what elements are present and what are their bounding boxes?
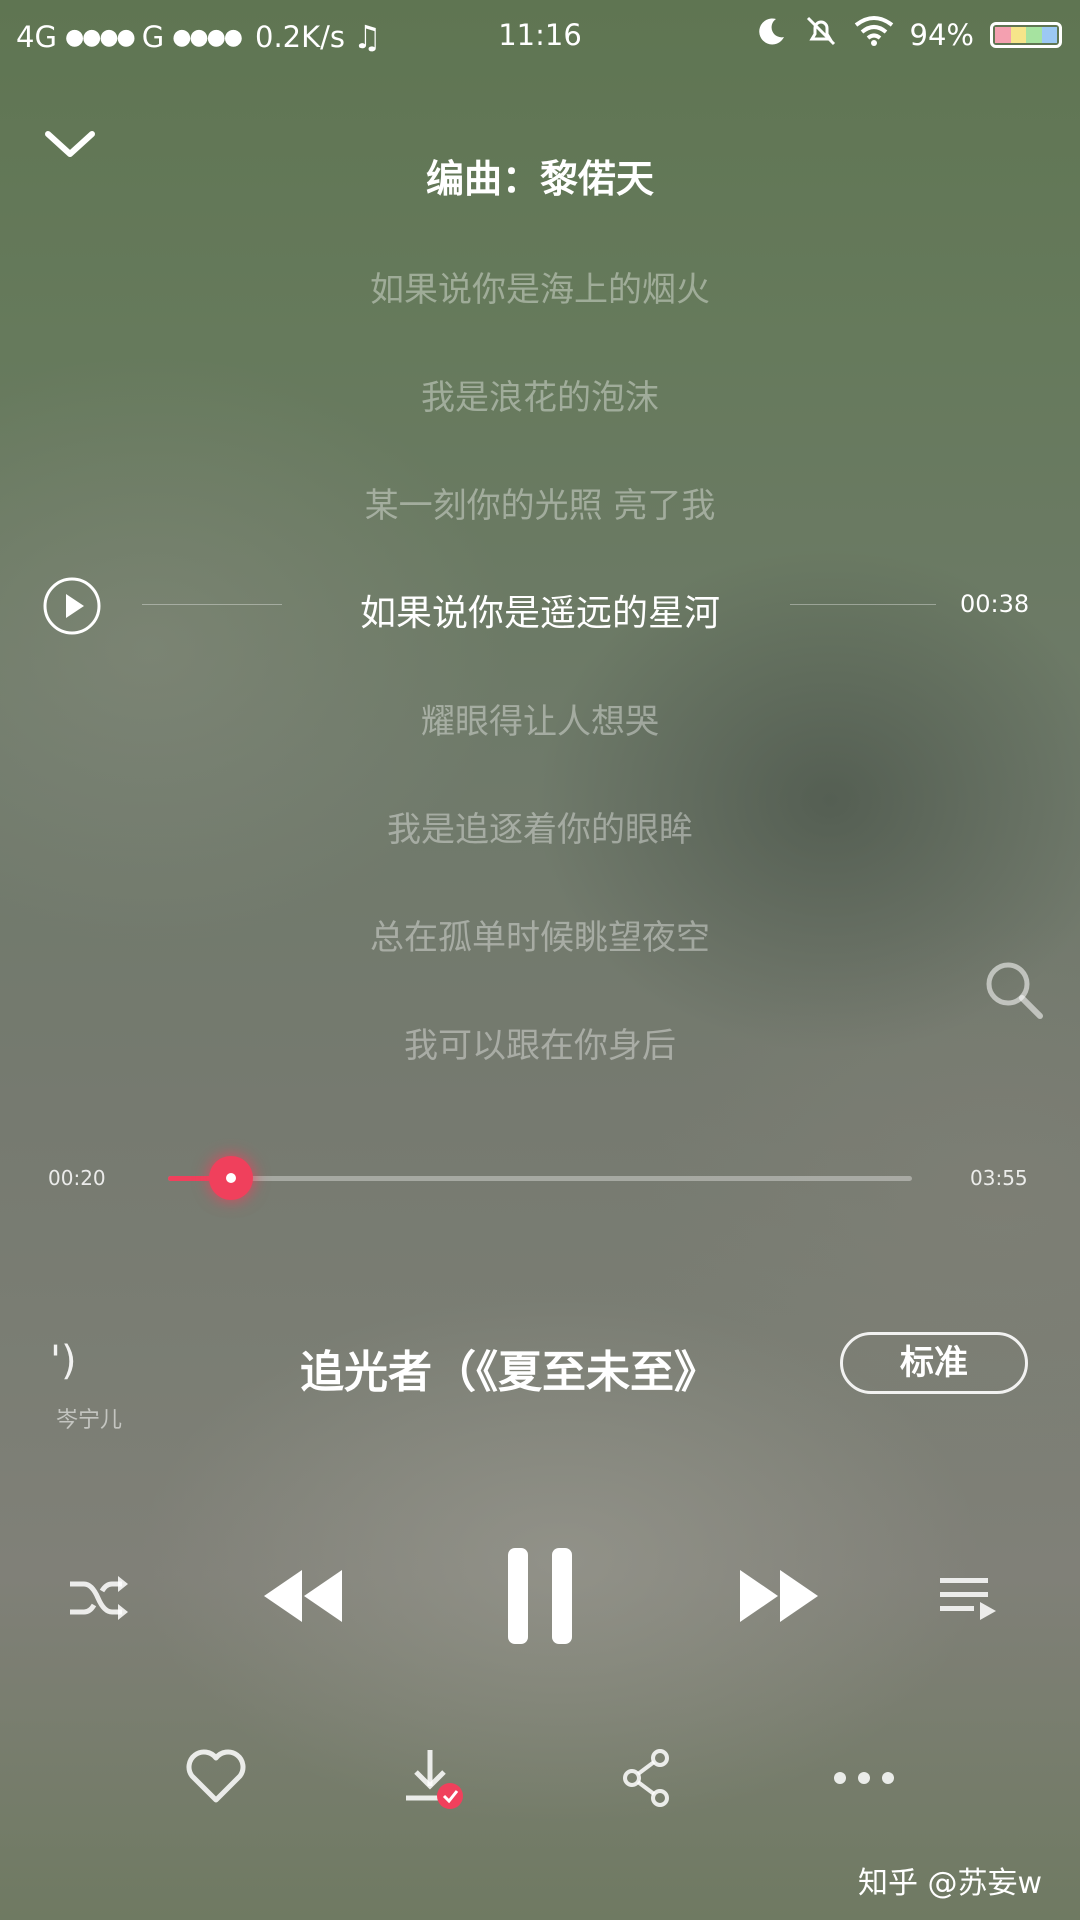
lyric-line[interactable]: 我是追逐着你的眼眸 [0, 802, 1080, 851]
previous-song-artist[interactable]: 岑宁儿 [56, 1402, 122, 1434]
lyric-guide-line [142, 604, 282, 605]
heart-icon[interactable] [184, 1748, 248, 1806]
lyric-line[interactable]: 我是浪花的泡沫 [0, 370, 1080, 419]
battery-icon [990, 21, 1062, 48]
music-player-screen: 4G ●●●● G ●●●● 0.2K/s ♫ 11:16 94% 编曲：黎偌天… [0, 0, 1080, 1920]
status-bar: 4G ●●●● G ●●●● 0.2K/s ♫ 11:16 94% [0, 0, 1080, 70]
lyric-seek-time: 00:38 [960, 590, 1030, 618]
lyric-line[interactable]: 耀眼得让人想哭 [0, 694, 1080, 743]
moon-icon [756, 15, 788, 54]
previous-song-title-fragment[interactable]: ') [50, 1338, 77, 1384]
lyric-line[interactable]: 如果说你是海上的烟火 [0, 262, 1080, 311]
next-icon[interactable] [738, 1566, 820, 1626]
lyric-line[interactable]: 我可以跟在你身后 [0, 1018, 1080, 1067]
pause-icon[interactable] [506, 1546, 574, 1646]
playlist-icon[interactable] [938, 1574, 998, 1624]
total-time: 03:55 [970, 1166, 1028, 1190]
shuffle-icon[interactable] [66, 1570, 130, 1626]
download-icon[interactable] [404, 1748, 466, 1812]
song-title[interactable]: 追光者（《夏至未至》 [300, 1336, 718, 1400]
progress-slider[interactable] [168, 1156, 912, 1200]
wifi-icon [854, 15, 894, 54]
search-icon[interactable] [982, 958, 1046, 1022]
battery-percent: 94% [909, 17, 974, 52]
lyric-guide-line [790, 604, 936, 605]
progress-thumb[interactable] [209, 1156, 254, 1200]
status-right: 94% [756, 14, 1062, 55]
quality-button[interactable]: 标准 [840, 1332, 1028, 1394]
more-icon[interactable] [832, 1770, 896, 1786]
watermark: 知乎 @苏妄w [858, 1866, 1043, 1901]
elapsed-time: 00:20 [48, 1166, 106, 1190]
bell-off-icon [804, 14, 838, 55]
previous-icon[interactable] [262, 1566, 344, 1626]
play-circle-icon[interactable] [42, 576, 102, 636]
lyric-line-active[interactable]: 如果说你是遥远的星河 [0, 584, 1080, 636]
lyric-line[interactable]: 总在孤单时候眺望夜空 [0, 910, 1080, 959]
composer-credit: 编曲：黎偌天 [425, 157, 654, 201]
lyric-line[interactable]: 某一刻你的光照 亮了我 [0, 478, 1080, 527]
share-icon[interactable] [622, 1748, 672, 1808]
